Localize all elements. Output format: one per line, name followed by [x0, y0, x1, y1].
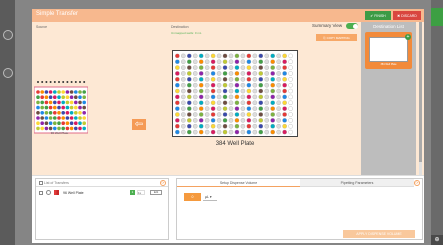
transfer-modal: Simple Transfer ✔ FINISH ✖ DISCARD Source …: [32, 9, 424, 243]
tab-setup-dispense[interactable]: Setup Dispense Volume: [177, 179, 300, 187]
destination-item-label: 384 Well Plate: [380, 63, 397, 66]
destination-list-item[interactable]: 384 Well Plate +: [365, 32, 412, 69]
discard-button[interactable]: ✖ DISCARD: [393, 11, 421, 20]
destination-subtitle: Unmapped wells: 0 mL: [171, 31, 202, 35]
transfer-row[interactable]: 96 Well Plate 1 1x Edit: [36, 189, 168, 197]
row-checkbox[interactable]: [39, 191, 43, 195]
destination-list-panel: Destination List 384 Well Plate +: [361, 22, 416, 175]
background-sidebar: [0, 0, 15, 245]
source-plate-label: 96 Well Plate: [50, 131, 69, 135]
copy-icon: ⎘: [323, 35, 326, 40]
background-right-edge: [431, 0, 443, 245]
destination-list-title: Destination List: [373, 24, 404, 29]
modal-header: Simple Transfer ✔ FINISH ✖ DISCARD: [32, 9, 424, 22]
transfers-title: List of Transfers: [44, 181, 69, 185]
background-nav-icon: [3, 30, 13, 40]
tab-pipetting-parameters[interactable]: Pipetting Parameters: [300, 179, 414, 187]
apply-dispense-button[interactable]: APPLY DISPENSE VOLUME: [343, 230, 415, 238]
close-icon: ✖: [397, 13, 401, 18]
unit-select[interactable]: µL ▾: [203, 193, 217, 201]
summary-view-toggle[interactable]: [346, 23, 358, 29]
transfer-row-label: 96 Well Plate: [63, 191, 84, 195]
destination-plate-label: 384 Well Plate: [215, 141, 255, 147]
volume-input[interactable]: 0: [184, 193, 201, 201]
background-nav-icon: [3, 68, 13, 78]
add-icon[interactable]: +: [405, 34, 411, 40]
destination-label: Destination: [171, 25, 189, 29]
destination-thumbnail: [369, 37, 408, 62]
zoom-icon[interactable]: ⊕: [431, 235, 443, 245]
arrow-left-icon: ⇦: [134, 119, 144, 130]
modal-title: Simple Transfer: [36, 11, 79, 17]
source-plate[interactable]: [34, 77, 88, 137]
source-label: Source: [36, 25, 48, 29]
scrollbar-thumb[interactable]: [419, 22, 422, 162]
refresh-icon[interactable]: ⟳: [414, 180, 420, 186]
check-icon: ✔: [370, 13, 374, 18]
target-icon[interactable]: [46, 190, 51, 195]
count-badge: 1: [130, 190, 135, 195]
plate-grid-icon: [54, 190, 59, 195]
transfers-header: List of Transfers ⟳: [36, 179, 168, 187]
destination-wells: [175, 53, 293, 135]
transfers-panel: List of Transfers ⟳ 96 Well Plate 1 1x E…: [35, 178, 169, 240]
row-edit-button[interactable]: Edit: [150, 190, 162, 195]
copy-mapping-button[interactable]: ⎘ COPY MAPPING: [316, 34, 357, 41]
refresh-icon[interactable]: ⟳: [160, 180, 166, 186]
summary-view-label: Summary View: [312, 23, 343, 28]
select-all-checkbox[interactable]: [39, 181, 43, 185]
transfer-arrow-button[interactable]: ⇦: [132, 119, 146, 130]
row-select[interactable]: 1x: [137, 190, 145, 195]
destination-plate[interactable]: [172, 50, 298, 137]
dispense-panel: Setup Dispense Volume Pipetting Paramete…: [176, 178, 423, 240]
finish-button[interactable]: ✔ FINISH: [365, 11, 391, 20]
